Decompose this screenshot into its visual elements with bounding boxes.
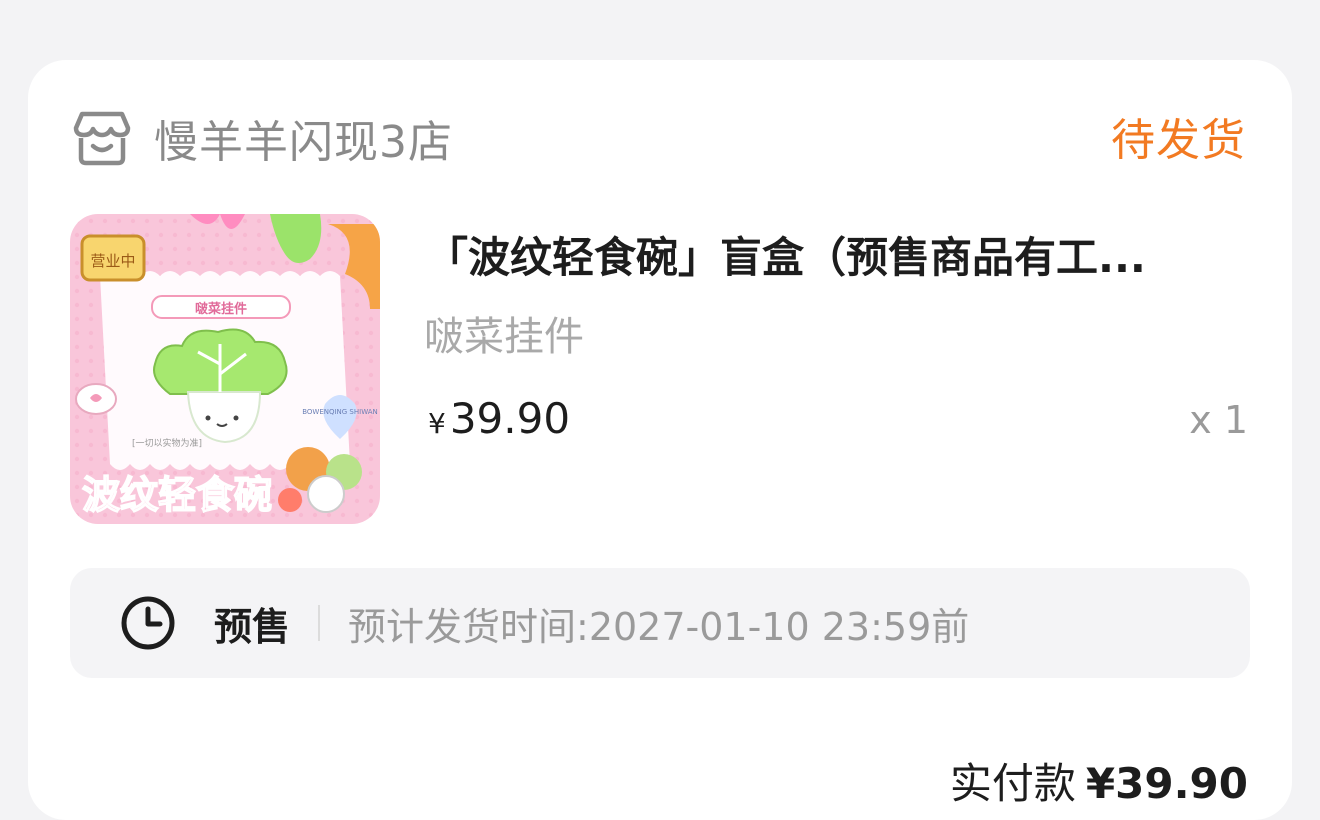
order-card[interactable]: 慢羊羊闪现3店 待发货 营业中 啵菜挂件 BOWENQING SHIWAN [一… [28, 60, 1292, 820]
product-image: 营业中 啵菜挂件 BOWENQING SHIWAN [一切以实物为准] 波纹轻食… [70, 214, 380, 524]
clock-icon [121, 596, 175, 650]
image-badge-text: 营业中 [90, 252, 135, 270]
order-status: 待发货 [1111, 115, 1246, 166]
total-paid: 实付款 ¥39.90 [950, 750, 1248, 811]
product-thumbnail[interactable]: 营业中 啵菜挂件 BOWENQING SHIWAN [一切以实物为准] 波纹轻食… [70, 214, 380, 524]
image-brand-text: 波纹轻食碗 [82, 473, 272, 517]
presale-label: 预售 [214, 604, 291, 649]
shop-name[interactable]: 慢羊羊闪现3店 [154, 106, 453, 170]
product-title[interactable]: 「波纹轻食碗」盲盒（预售商品有工... [426, 224, 1256, 285]
image-note-text: [一切以实物为准] [132, 437, 202, 449]
ship-time-text: 预计发货时间:2027-01-10 23:59前 [348, 604, 970, 649]
total-amount: ¥39.90 [1085, 759, 1248, 808]
product-spec: 啵菜挂件 [424, 314, 584, 360]
divider [318, 605, 321, 641]
image-sticker-text: BOWENQING SHIWAN [302, 408, 378, 416]
product-quantity: x 1 [1189, 398, 1248, 442]
presale-info-bar: 预售 预计发货时间:2027-01-10 23:59前 [70, 568, 1250, 678]
store-icon [73, 111, 131, 166]
total-label: 实付款 [949, 759, 1076, 808]
product-price: ¥ 39.90 [428, 394, 570, 443]
price-value: 39.90 [449, 394, 571, 443]
shop-header[interactable]: 慢羊羊闪现3店 [72, 106, 453, 170]
image-tag-text: 啵菜挂件 [195, 301, 247, 317]
price-currency: ¥ [428, 407, 446, 440]
